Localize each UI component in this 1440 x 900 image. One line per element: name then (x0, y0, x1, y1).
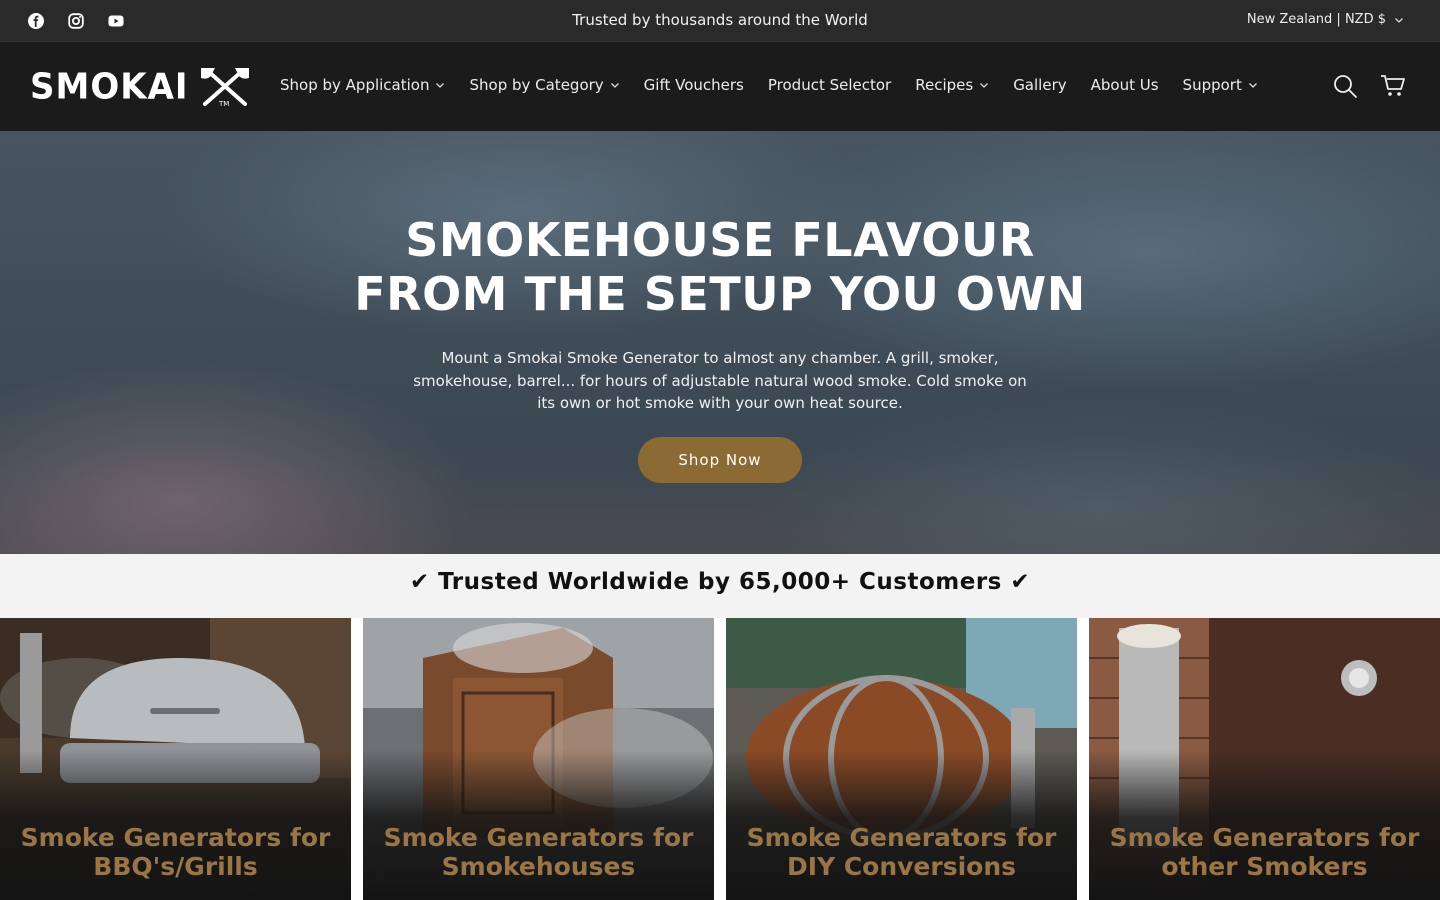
trust-bar: ✔ Trusted Worldwide by 65,000+ Customers… (0, 554, 1440, 618)
nav-gift-vouchers[interactable]: Gift Vouchers (644, 76, 744, 94)
nav-label: About Us (1090, 76, 1159, 94)
nav-label: Gallery (1013, 76, 1067, 94)
chevron-down-icon (1395, 17, 1403, 23)
nav-shop-by-application[interactable]: Shop by Application (280, 76, 445, 94)
nav-label: Gift Vouchers (643, 76, 744, 94)
category-tile-title: Smoke Generators for other Smokers (1109, 823, 1420, 881)
nav-label: Shop by Category (469, 76, 604, 94)
logo-wordmark: SMOKAI (30, 66, 189, 108)
nav-support[interactable]: Support (1183, 76, 1258, 94)
hero-banner: SMOKEHOUSE FLAVOUR FROM THE SETUP YOU OW… (0, 131, 1440, 554)
cart-icon[interactable] (1380, 73, 1406, 99)
crossed-axes-icon: TM (200, 68, 249, 108)
category-tile-diy-conversions[interactable]: Smoke Generators for DIY Conversions (726, 618, 1077, 900)
logo[interactable]: SMOKAI TM (30, 66, 253, 108)
category-tile-smokehouses[interactable]: Smoke Generators for Smokehouses (363, 618, 714, 900)
country-selector[interactable]: New Zealand | NZD $ (1247, 12, 1404, 27)
nav-label: Shop by Application (280, 76, 430, 94)
chevron-down-icon (980, 83, 989, 88)
hero-description: Mount a Smokai Smoke Generator to almost… (413, 349, 1027, 412)
trademark-mark: TM (218, 100, 229, 108)
chevron-down-icon (1248, 83, 1257, 88)
main-nav: Shop by Application Shop by Category Gif… (280, 76, 1282, 94)
category-tile-bbq-grills[interactable]: Smoke Generators for BBQ's/Grills (0, 618, 351, 900)
nav-shop-by-category[interactable]: Shop by Category (469, 76, 619, 94)
search-icon[interactable] (1332, 73, 1358, 99)
hero-title: SMOKEHOUSE FLAVOUR FROM THE SETUP YOU OW… (0, 213, 1440, 321)
hero-title-line1: SMOKEHOUSE FLAVOUR (405, 213, 1035, 267)
header-actions (1332, 73, 1406, 99)
nav-label: Support (1182, 76, 1242, 94)
nav-label: Recipes (915, 76, 974, 94)
category-tile-title: Smoke Generators for BBQ's/Grills (20, 823, 331, 881)
category-grid: Smoke Generators for BBQ's/Grills Smoke … (0, 618, 1440, 900)
shop-now-button[interactable]: Shop Now (638, 436, 802, 483)
category-tile-title: Smoke Generators for Smokehouses (383, 823, 694, 881)
site-header: SMOKAI TM Shop by Application Shop by Ca… (0, 43, 1440, 131)
category-tile-other-smokers[interactable]: Smoke Generators for other Smokers (1089, 618, 1440, 900)
hero-content: SMOKEHOUSE FLAVOUR FROM THE SETUP YOU OW… (0, 213, 1440, 483)
chevron-down-icon (436, 83, 445, 88)
nav-gallery[interactable]: Gallery (1013, 76, 1066, 94)
nav-label: Product Selector (767, 76, 892, 94)
chevron-down-icon (610, 83, 619, 88)
nav-about-us[interactable]: About Us (1091, 76, 1159, 94)
trust-text: ✔ Trusted Worldwide by 65,000+ Customers… (409, 569, 1031, 595)
nav-product-selector[interactable]: Product Selector (768, 76, 891, 94)
announcement-bar: Trusted by thousands around the World Ne… (0, 0, 1440, 42)
announcement-text: Trusted by thousands around the World (572, 11, 868, 29)
country-selector-label: New Zealand | NZD $ (1246, 12, 1386, 27)
nav-recipes[interactable]: Recipes (915, 76, 989, 94)
category-tile-title: Smoke Generators for DIY Conversions (746, 823, 1057, 881)
hero-title-line2: FROM THE SETUP YOU OWN (354, 267, 1086, 321)
